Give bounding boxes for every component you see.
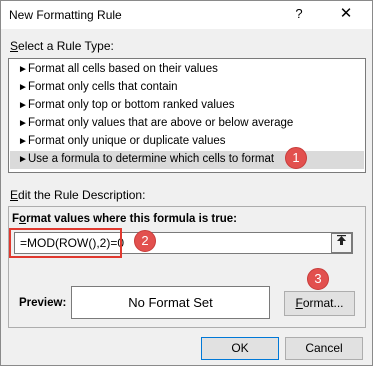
arrow-right-icon: ► <box>18 154 28 165</box>
rule-type-label: Select a Rule Type: <box>10 39 114 53</box>
rule-description-label: Edit the Rule Description: <box>10 188 146 202</box>
rule-type-list[interactable]: ►Format all cells based on their values … <box>8 58 366 173</box>
formula-label: Format values where this formula is true… <box>12 213 237 225</box>
dialog-title: New Formatting Rule <box>9 8 122 22</box>
callout-badge-1: 1 <box>285 147 307 169</box>
formula-highlight-box <box>9 228 122 258</box>
rule-type-item[interactable]: ►Format only unique or duplicate values <box>10 133 364 151</box>
close-button[interactable]: ✕ <box>333 4 359 24</box>
collapse-dialog-icon[interactable] <box>331 233 352 253</box>
arrow-right-icon: ► <box>18 100 28 111</box>
ok-button[interactable]: OK <box>201 337 279 360</box>
arrow-right-icon: ► <box>18 118 28 129</box>
rule-type-item[interactable]: ►Format only cells that contain <box>10 79 364 97</box>
format-button[interactable]: Format... <box>284 291 355 316</box>
new-formatting-rule-dialog: New Formatting Rule ? ✕ Select a Rule Ty… <box>0 0 373 366</box>
rule-type-item[interactable]: ►Format only top or bottom ranked values <box>10 97 364 115</box>
callout-badge-3: 3 <box>307 268 329 290</box>
preview-box: No Format Set <box>71 286 270 319</box>
arrow-right-icon: ► <box>18 136 28 147</box>
callout-badge-2: 2 <box>134 230 156 252</box>
rule-type-item[interactable]: ►Format only values that are above or be… <box>10 115 364 133</box>
title-bar: New Formatting Rule ? ✕ <box>1 1 372 29</box>
help-button[interactable]: ? <box>287 6 311 24</box>
arrow-right-icon: ► <box>18 64 28 75</box>
cancel-button[interactable]: Cancel <box>285 337 363 360</box>
rule-type-item-selected[interactable]: ►Use a formula to determine which cells … <box>10 151 364 169</box>
preview-label: Preview: <box>19 297 67 309</box>
rule-type-item[interactable]: ►Format all cells based on their values <box>10 61 364 79</box>
arrow-right-icon: ► <box>18 82 28 93</box>
